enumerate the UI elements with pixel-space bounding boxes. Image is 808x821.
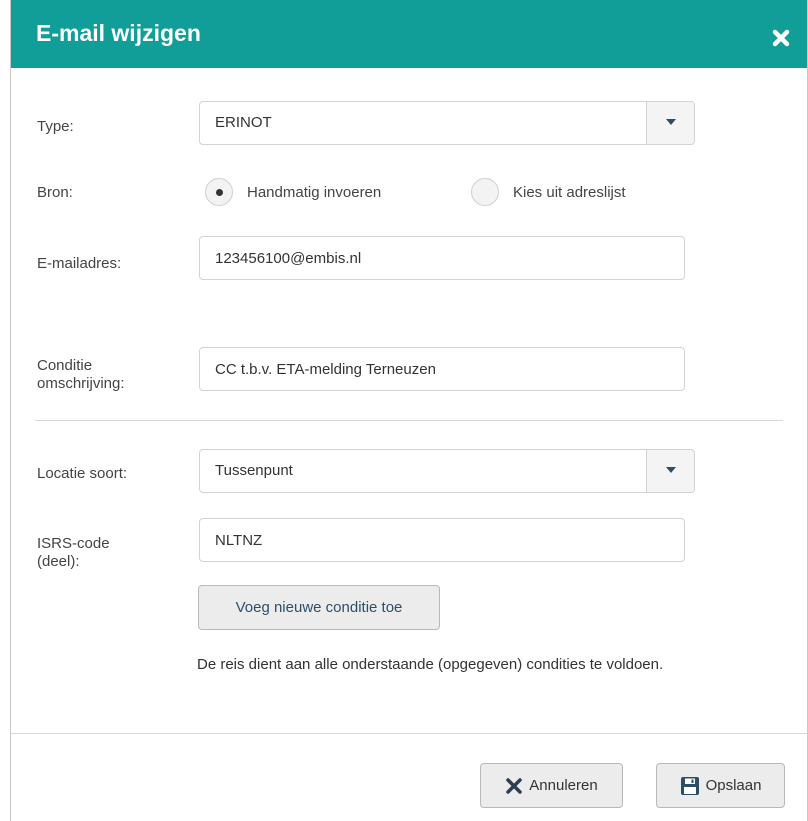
radio-unchecked-icon[interactable] (471, 178, 499, 206)
location-type-select-toggle[interactable] (646, 450, 694, 492)
cancel-button-label: Annuleren (529, 777, 598, 794)
isrs-label-line2: (deel): (37, 553, 80, 570)
type-select-value: ERINOT (215, 114, 272, 131)
caret-down-icon (666, 119, 676, 125)
location-type-select[interactable]: Tussenpunt (199, 449, 695, 493)
condition-label-line2: omschrijving: (37, 375, 125, 392)
dialog-header: E-mail wijzigen (11, 0, 807, 68)
source-label: Bron: (37, 184, 73, 201)
type-select[interactable]: ERINOT (199, 101, 695, 145)
edit-email-dialog: E-mail wijzigen Type: ERINOT Bron: Handm… (10, 0, 808, 821)
caret-down-icon (666, 467, 676, 473)
close-icon[interactable] (771, 28, 791, 48)
radio-checked-icon[interactable] (205, 178, 233, 206)
source-option-manual[interactable]: Handmatig invoeren (205, 177, 381, 207)
email-input[interactable] (215, 237, 669, 279)
email-field[interactable] (199, 236, 685, 280)
location-type-select-value: Tussenpunt (215, 462, 293, 479)
condition-description-input[interactable] (215, 348, 669, 390)
dialog-title: E-mail wijzigen (36, 20, 201, 46)
condition-description-field[interactable] (199, 347, 685, 391)
add-condition-button[interactable]: Voeg nieuwe conditie toe (198, 585, 440, 630)
save-button-label: Opslaan (705, 777, 762, 794)
type-label: Type: (37, 118, 74, 135)
location-type-label: Locatie soort: (37, 465, 128, 482)
type-select-toggle[interactable] (646, 102, 694, 144)
source-option-addressbook[interactable]: Kies uit adreslijst (471, 177, 626, 207)
source-option-manual-label: Handmatig invoeren (247, 183, 382, 201)
section-divider (35, 420, 783, 421)
save-button[interactable]: Opslaan (656, 763, 785, 808)
footer-divider (11, 733, 807, 734)
isrs-code-field[interactable] (199, 518, 685, 562)
cancel-x-icon (506, 777, 523, 794)
isrs-code-input[interactable] (215, 519, 669, 561)
save-floppy-icon (680, 776, 699, 795)
isrs-label-line1: ISRS-code (37, 535, 110, 552)
email-label: E-mailadres: (37, 255, 122, 272)
source-option-addressbook-label: Kies uit adreslijst (513, 183, 626, 201)
condition-label-line1: Conditie (37, 357, 93, 374)
cancel-button[interactable]: Annuleren (480, 763, 623, 808)
conditions-note: De reis dient aan alle onderstaande (opg… (197, 656, 664, 673)
